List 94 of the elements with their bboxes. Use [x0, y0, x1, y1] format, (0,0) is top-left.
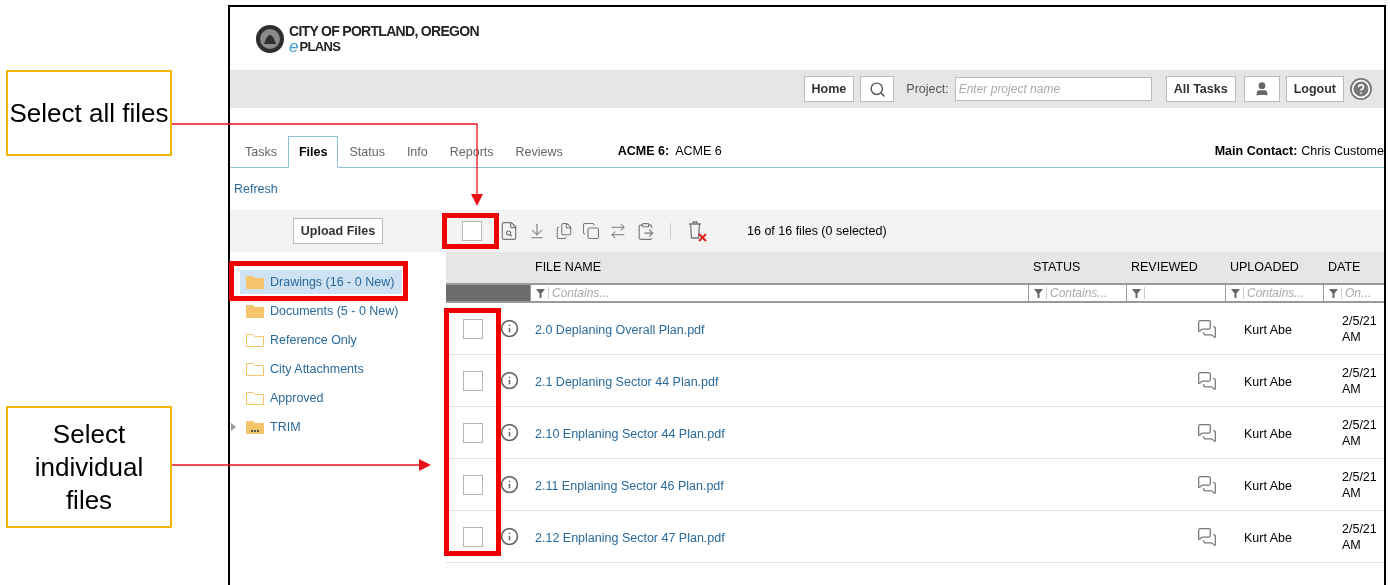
- time-text: AM: [1342, 380, 1362, 397]
- select-all-checkbox[interactable]: [462, 221, 482, 241]
- expand-arrow-icon[interactable]: [231, 423, 236, 431]
- logo-e: e: [289, 39, 299, 54]
- document-search-icon[interactable]: [499, 221, 519, 241]
- logo-title: CITY OF PORTLAND, OREGON: [289, 23, 479, 39]
- folder-icon: [246, 420, 264, 434]
- time-text: AM: [1342, 432, 1362, 449]
- uploader-text: Kurt Abe: [1244, 374, 1292, 389]
- upload-files-button[interactable]: Upload Files: [292, 218, 384, 244]
- date-text: 2/5/21: [1342, 312, 1378, 329]
- file-link[interactable]: 2.12 Enplaning Sector 47 Plan.pdf: [535, 530, 725, 545]
- info-icon[interactable]: [500, 423, 519, 442]
- uploader-text: Kurt Abe: [1244, 426, 1292, 441]
- download-icon[interactable]: [528, 222, 546, 240]
- file-link[interactable]: 2.1 Deplaning Sector 44 Plan.pdf: [535, 374, 719, 389]
- column-header[interactable]: UPLOADED: [1230, 260, 1299, 275]
- column-header[interactable]: STATUS: [1033, 260, 1081, 275]
- filter-icon[interactable]: [536, 288, 545, 298]
- date-text: 2/5/21: [1342, 364, 1378, 381]
- filter-icon[interactable]: [1034, 288, 1043, 298]
- info-icon[interactable]: [500, 319, 519, 338]
- help-icon[interactable]: [1350, 78, 1372, 100]
- date-text: 2/5/21: [1342, 416, 1378, 433]
- folder-item[interactable]: Documents (5 - 0 New): [240, 299, 402, 323]
- highlight-frame: [442, 213, 499, 249]
- info-icon[interactable]: [500, 527, 519, 546]
- tab[interactable]: Reviews: [504, 136, 574, 168]
- file-count-text: 16 of 16 files (0 selected): [747, 222, 887, 240]
- folder-icon: [246, 362, 264, 376]
- city-seal-icon: [255, 23, 285, 54]
- project-name: ACME 6: [675, 142, 722, 160]
- uploader-text: Kurt Abe: [1244, 530, 1292, 545]
- filter-icon[interactable]: [1231, 288, 1240, 298]
- column-header[interactable]: REVIEWED: [1131, 260, 1198, 275]
- comments-icon[interactable]: [1197, 422, 1217, 443]
- main-contact-name: Chris Custome: [1301, 142, 1384, 160]
- folder-item[interactable]: TRIM: [240, 415, 402, 439]
- uploader-text: Kurt Abe: [1244, 478, 1292, 493]
- folder-item[interactable]: Drawings (16 - 0 New): [240, 270, 402, 294]
- time-text: AM: [1342, 328, 1362, 345]
- time-text: AM: [1342, 484, 1362, 501]
- folder-icon: [246, 333, 264, 347]
- folder-icon: [246, 391, 264, 405]
- column-header[interactable]: DATE: [1328, 260, 1361, 275]
- tab[interactable]: Status: [338, 136, 396, 168]
- date-text: 2/5/21: [1342, 520, 1378, 537]
- callout-text: Select all files: [9, 97, 169, 129]
- comments-icon[interactable]: [1197, 370, 1217, 391]
- delete-icon[interactable]: [686, 220, 708, 242]
- all-tasks-button[interactable]: All Tasks: [1165, 76, 1236, 102]
- folder-item[interactable]: Reference Only: [240, 328, 402, 352]
- project-label: Project:: [906, 80, 949, 98]
- row-checkbox[interactable]: [463, 526, 483, 547]
- search-icon: [868, 80, 886, 98]
- tab[interactable]: Files: [287, 136, 339, 168]
- uploader-text: Kurt Abe: [1244, 322, 1292, 337]
- file-link[interactable]: 2.0 Deplaning Overall Plan.pdf: [535, 322, 705, 337]
- comments-icon[interactable]: [1197, 526, 1217, 547]
- filter-icon[interactable]: [1132, 288, 1141, 298]
- clipboard-icon[interactable]: [636, 221, 655, 241]
- file-link[interactable]: 2.11 Enplaning Sector 46 Plan.pdf: [535, 478, 724, 493]
- time-text: AM: [1342, 536, 1362, 553]
- comments-icon[interactable]: [1197, 474, 1217, 495]
- refresh-link[interactable]: Refresh: [234, 179, 278, 199]
- search-button[interactable]: [860, 76, 895, 102]
- project-name-label: ACME 6:: [617, 142, 670, 160]
- date-text: 2/5/21: [1342, 468, 1378, 485]
- user-button[interactable]: [1243, 76, 1280, 102]
- row-checkbox[interactable]: [463, 318, 483, 339]
- callout-text: Select individual files: [33, 417, 145, 517]
- folder-icon: [246, 304, 264, 318]
- tab[interactable]: Info: [395, 136, 439, 168]
- folder-item[interactable]: Approved: [240, 386, 402, 410]
- info-icon[interactable]: [500, 475, 519, 494]
- documents-icon[interactable]: [555, 222, 573, 240]
- row-checkbox[interactable]: [463, 474, 483, 495]
- project-field[interactable]: Enter project name: [954, 77, 1152, 101]
- logo-subtitle: PLANS: [299, 38, 341, 54]
- file-link[interactable]: 2.10 Enplaning Sector 44 Plan.pdf: [535, 426, 725, 441]
- copy-icon[interactable]: [582, 222, 600, 240]
- folder-icon: [246, 275, 264, 289]
- filter-icon[interactable]: [1329, 288, 1338, 298]
- main-contact-label: Main Contact:: [1214, 142, 1298, 160]
- home-button[interactable]: Home: [803, 76, 855, 102]
- row-checkbox[interactable]: [463, 370, 483, 391]
- row-checkbox[interactable]: [463, 422, 483, 443]
- comments-icon[interactable]: [1197, 318, 1217, 339]
- info-icon[interactable]: [500, 371, 519, 390]
- transfer-icon[interactable]: [609, 222, 627, 240]
- logout-button[interactable]: Logout: [1285, 76, 1344, 102]
- column-header[interactable]: FILE NAME: [535, 260, 601, 275]
- tab[interactable]: Tasks: [234, 136, 288, 168]
- folder-item[interactable]: City Attachments: [240, 357, 402, 381]
